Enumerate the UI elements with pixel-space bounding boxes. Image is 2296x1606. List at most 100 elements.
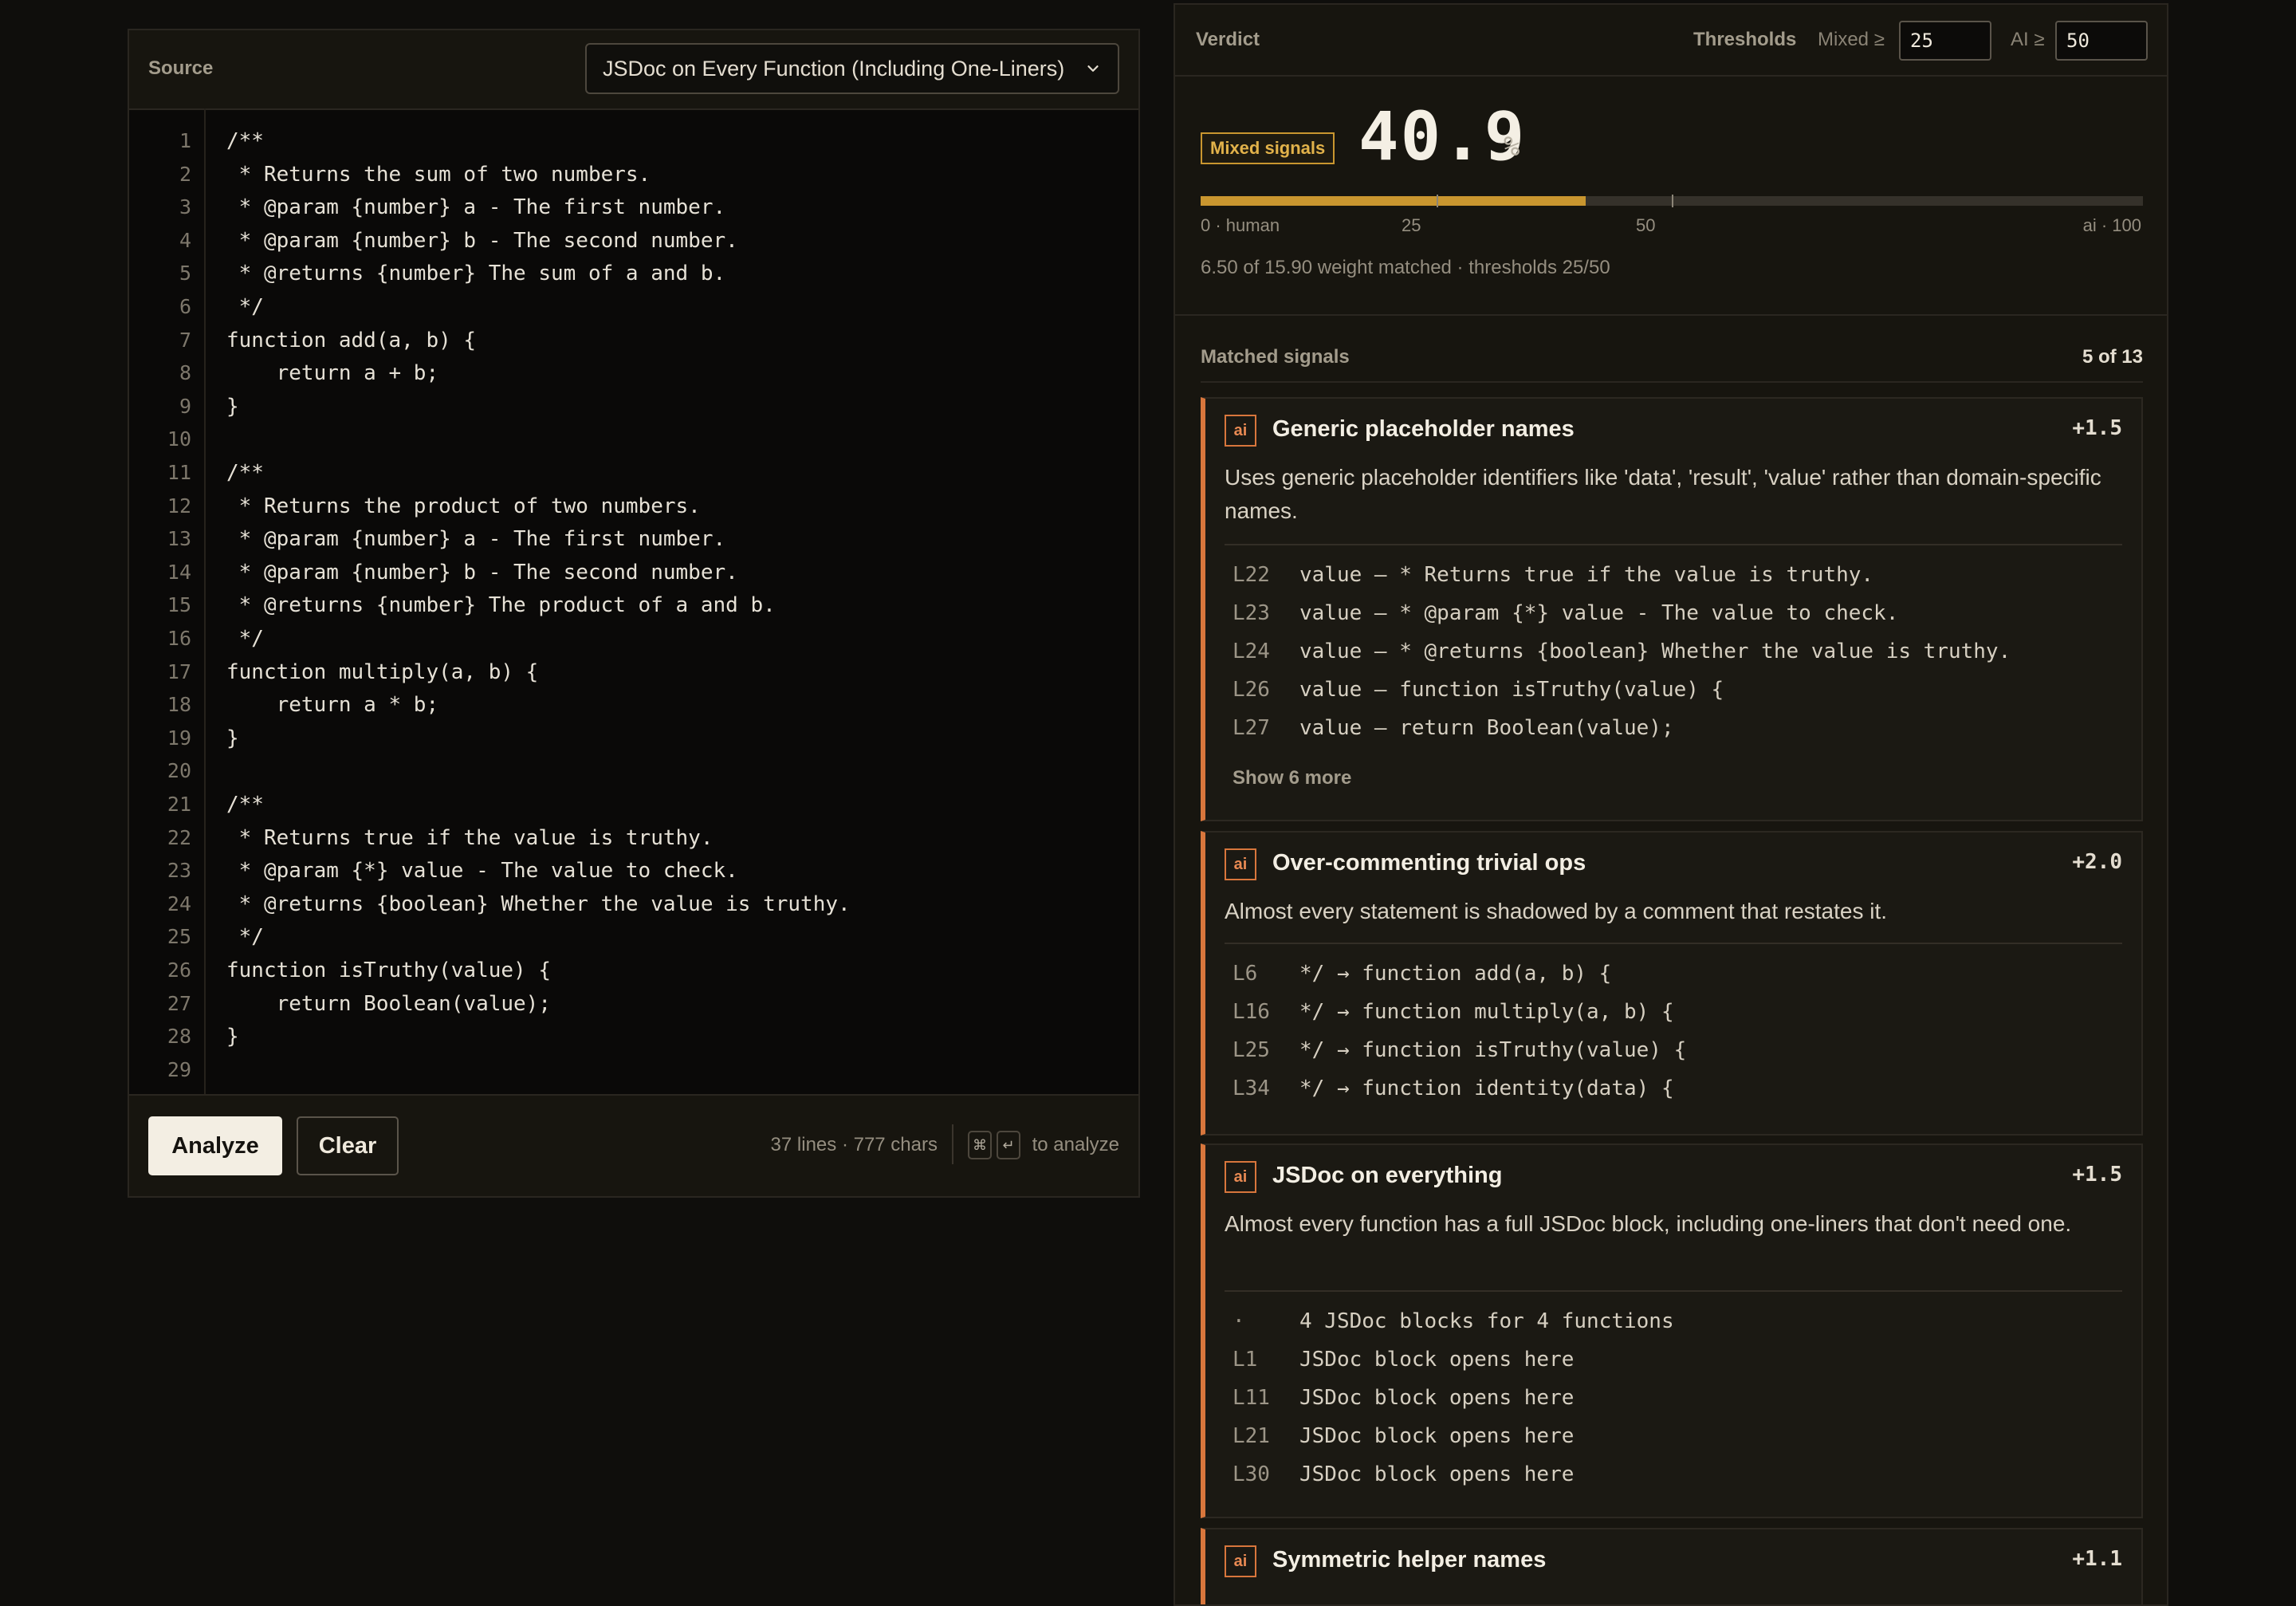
line-number: 4 (179, 228, 191, 252)
evidence-line: · (1233, 1309, 1245, 1333)
code-line: * @param {number} a - The first number. (226, 195, 726, 220)
signal-card: ai Generic placeholder names +1.5 Uses g… (1201, 397, 2143, 821)
evidence-text: */ → function add(a, b) { (1299, 962, 1612, 986)
evidence-line: L6 (1233, 962, 1258, 986)
evidence-row: L26 value — function isTruthy(value) { (1233, 678, 1724, 702)
verdict-title: Verdict (1196, 29, 1260, 50)
code-line: /** (226, 129, 264, 153)
enter-key-icon: ↵ (997, 1131, 1020, 1159)
line-number: 6 (179, 295, 191, 318)
source-panel: Source JSDoc on Every Function (Includin… (128, 29, 1140, 1198)
signal-tag: ai (1225, 415, 1256, 447)
line-number: 20 (167, 759, 191, 783)
signal-tag: ai (1225, 1161, 1256, 1193)
signal-name: Over-commenting trivial ops (1272, 850, 1586, 876)
signal-weight: +1.5 (2072, 1163, 2122, 1187)
source-title: Source (148, 57, 214, 79)
thresholds-label: Thresholds (1693, 29, 1797, 50)
line-number: 12 (167, 494, 191, 518)
line-number: 10 (167, 427, 191, 451)
line-number: 22 (167, 825, 191, 849)
score-meter (1201, 195, 2143, 207)
line-number: 28 (167, 1025, 191, 1049)
signal-weight: +1.1 (2072, 1547, 2122, 1571)
evidence-text: value — return Boolean(value); (1299, 716, 1674, 740)
evidence-row: L30 JSDoc block opens here (1233, 1462, 1574, 1486)
signal-description: Almost every statement is shadowed by a … (1225, 899, 1888, 923)
code-line: } (226, 726, 239, 750)
evidence-line: L24 (1233, 640, 1270, 663)
evidence-row: L25 */ → function isTruthy(value) { (1233, 1038, 1686, 1062)
line-number: 5 (179, 262, 191, 285)
meter-tick-50 (1672, 195, 1673, 207)
evidence-line: L11 (1233, 1386, 1270, 1410)
line-number: 25 (167, 925, 191, 949)
score-value: 40.9 (1358, 97, 1527, 175)
line-number: 27 (167, 991, 191, 1015)
clear-button[interactable]: Clear (297, 1116, 399, 1175)
code-line: */ (226, 627, 264, 651)
line-number: 9 (179, 394, 191, 418)
evidence-text: JSDoc block opens here (1299, 1424, 1575, 1448)
code-line: return a * b; (226, 693, 439, 718)
sample-select-value: JSDoc on Every Function (Including One-L… (603, 56, 1065, 81)
evidence-line: L34 (1233, 1077, 1270, 1100)
evidence-row: L22 value — * Returns true if the value i… (1233, 563, 1873, 587)
mixed-threshold-input[interactable] (1899, 21, 1991, 61)
meter-label-25: 25 (1402, 215, 1421, 235)
signal-weight: +1.5 (2072, 416, 2122, 440)
code-line: function add(a, b) { (226, 328, 477, 352)
line-number: 15 (167, 593, 191, 617)
signal-description: Uses generic placeholder identifiers lik… (1225, 465, 2101, 523)
evidence-row: · 4 JSDoc blocks for 4 functions (1233, 1309, 1674, 1333)
code-line: * @returns {number} The sum of a and b. (226, 262, 726, 286)
evidence-text: 4 JSDoc blocks for 4 functions (1299, 1309, 1674, 1333)
line-number: 18 (167, 693, 191, 717)
code-editor[interactable]: 1 2 3 4 5 6 7 8 9 10 11 12 13 14 15 16 17 18 19 20 21 22 23 24 2… (129, 108, 1138, 1126)
line-number: 23 (167, 859, 191, 883)
line-number: 26 (167, 958, 191, 982)
line-number: 29 (167, 1057, 191, 1081)
evidence-text: value — * @returns {boolean} Whether the… (1299, 640, 2011, 663)
sample-select[interactable]: JSDoc on Every Function (Including One-L… (585, 43, 1119, 94)
evidence-line: L25 (1233, 1038, 1270, 1062)
line-number: 13 (167, 527, 191, 551)
line-number: 14 (167, 560, 191, 584)
shortcut-hint: to analyze (1032, 1134, 1119, 1155)
evidence-line: L30 (1233, 1462, 1270, 1486)
evidence-line: L23 (1233, 601, 1270, 625)
line-number-gutter: 1 2 3 4 5 6 7 8 9 10 11 12 13 14 15 16 17 18 19 20 21 22 23 24 2… (129, 108, 206, 1126)
signal-divider (1225, 943, 2122, 944)
footer-divider (952, 1124, 953, 1164)
code-line: function isTruthy(value) { (226, 958, 551, 982)
evidence-text: value — function isTruthy(value) { (1299, 678, 1724, 702)
code-line: /** (226, 461, 264, 485)
signal-name: JSDoc on everything (1272, 1163, 1503, 1188)
line-number: 16 (167, 627, 191, 650)
signal-name: Generic placeholder names (1272, 416, 1575, 442)
code-line: * @param {*} value - The value to check. (226, 859, 738, 884)
show-more-link[interactable]: Show 6 more (1233, 767, 1351, 789)
signal-weight: +2.0 (2072, 850, 2122, 874)
signal-card: ai Symmetric helper names +1.1 (1201, 1528, 2143, 1604)
score-unit: % (1504, 131, 1520, 163)
verdict-panel: Verdict Thresholds Mixed ≥ AI ≥ Mixed si… (1174, 3, 2168, 1606)
line-number: 7 (179, 328, 191, 352)
signals-header: Matched signals 5 of 13 (1201, 346, 2143, 383)
evidence-text: JSDoc block opens here (1299, 1386, 1575, 1410)
evidence-row: L23 value — * @param {*} value - The valu… (1233, 601, 1898, 625)
evidence-row: L16 */ → function multiply(a, b) { (1233, 1000, 1674, 1024)
evidence-row: L34 */ → function identity(data) { (1233, 1077, 1674, 1100)
evidence-row: L24 value — * @returns {boolean} Whether … (1233, 640, 2011, 663)
ai-threshold-input[interactable] (2055, 21, 2148, 61)
line-number: 11 (167, 461, 191, 484)
score-meter-fill (1201, 196, 1586, 206)
evidence-text: value — * Returns true if the value is t… (1299, 563, 1874, 587)
line-number: 21 (167, 793, 191, 816)
evidence-text: value — * @param {*} value - The value t… (1299, 601, 1899, 625)
line-number: 24 (167, 892, 191, 915)
line-number: 19 (167, 726, 191, 750)
analyze-button[interactable]: Analyze (148, 1116, 282, 1175)
signal-divider (1225, 1290, 2122, 1292)
code-line: */ (226, 295, 264, 319)
